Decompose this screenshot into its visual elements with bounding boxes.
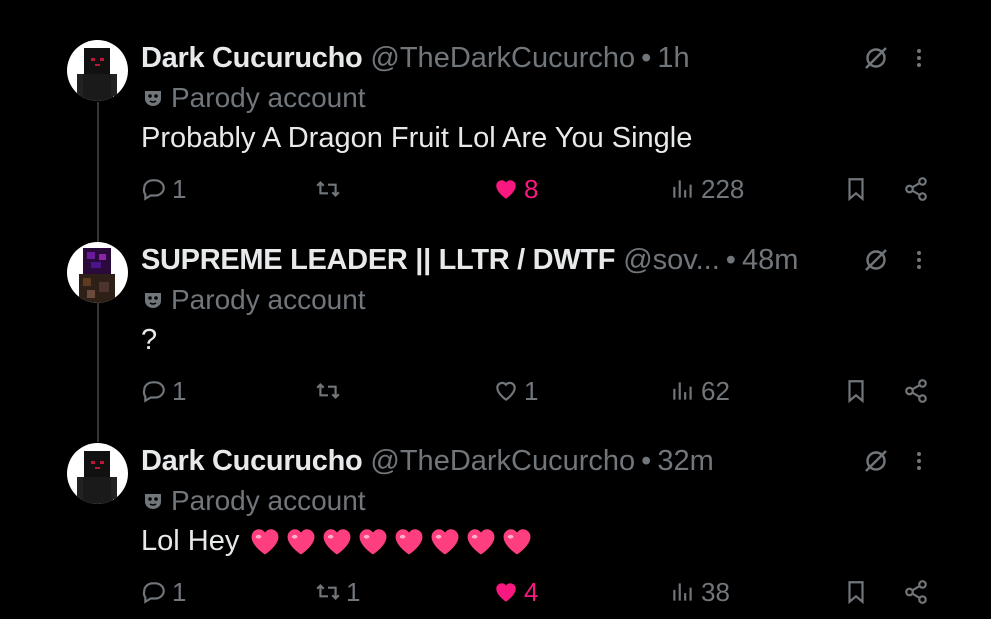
display-name[interactable]: SUPREME LEADER || LLTR / DWTF [141, 244, 616, 277]
bookmark-button[interactable] [843, 373, 869, 409]
reply-button[interactable]: 1 [141, 373, 186, 409]
more-options-icon[interactable] [913, 244, 925, 276]
pink-heart-emoji [431, 529, 459, 555]
pink-heart-emoji [323, 529, 351, 555]
reply-button[interactable]: 1 [141, 574, 186, 610]
tweet-text: Lol Hey [141, 521, 535, 561]
views-chart-icon [673, 180, 692, 198]
views-chart-icon [673, 382, 692, 400]
share-button[interactable] [903, 373, 929, 409]
user-handle[interactable]: @TheDarkCucurcho [370, 445, 635, 478]
like-count: 4 [524, 576, 539, 607]
like-button[interactable]: 8 [493, 171, 538, 207]
repost-count: 1 [346, 576, 361, 607]
share-icon [905, 580, 927, 604]
reply-icon [142, 179, 165, 201]
parody-mask-icon [145, 91, 161, 106]
tweet-text: Probably A Dragon Fruit Lol Are You Sing… [141, 121, 693, 154]
tweet-text-content: Lol Hey [141, 524, 240, 557]
user-handle[interactable]: @TheDarkCucurcho [370, 42, 635, 75]
parody-label: Parody account [141, 80, 366, 116]
heart-outline-icon [496, 381, 516, 401]
pink-heart-emoji [503, 529, 531, 555]
tweet-header: SUPREME LEADER || LLTR / DWTF @sov... • … [141, 242, 798, 278]
bookmark-button[interactable] [843, 171, 869, 207]
tweet-text: ? [141, 323, 158, 356]
heart-filled-icon [496, 583, 516, 602]
more-options-icon[interactable] [913, 42, 925, 74]
heart-emoji-row [247, 524, 535, 558]
pink-heart-emoji [467, 529, 495, 555]
repost-icon [316, 382, 340, 400]
pink-heart-emoji [287, 529, 315, 555]
pink-heart-emoji [359, 529, 387, 555]
repost-button[interactable] [315, 373, 346, 409]
tweet-header: Dark Cucurucho @TheDarkCucurcho • 32m [141, 443, 714, 479]
like-count: 8 [524, 173, 539, 204]
views-button[interactable]: 62 [670, 373, 730, 409]
separator-dot: • [725, 243, 736, 276]
pink-heart-emoji [251, 529, 279, 555]
views-chart-icon [673, 583, 692, 601]
views-button[interactable]: 38 [670, 574, 730, 610]
repost-icon [316, 180, 340, 198]
display-name[interactable]: Dark Cucurucho [141, 445, 363, 478]
repost-button[interactable] [315, 171, 346, 207]
bookmark-icon [848, 178, 864, 202]
display-name[interactable]: Dark Cucurucho [141, 42, 363, 75]
reply-count: 1 [172, 173, 187, 204]
share-button[interactable] [903, 574, 929, 610]
tweet[interactable]: Dark Cucurucho @TheDarkCucurcho • 32m Pa… [0, 443, 991, 619]
reply-count: 1 [172, 375, 187, 406]
tweet[interactable]: SUPREME LEADER || LLTR / DWTF @sov... • … [0, 242, 991, 422]
bookmark-button[interactable] [843, 574, 869, 610]
parody-label: Parody account [141, 483, 366, 519]
parody-label-text: Parody account [171, 82, 366, 113]
timestamp[interactable]: 1h [657, 42, 689, 75]
pink-heart-emoji [395, 529, 423, 555]
repost-icon [316, 583, 340, 601]
parody-label-text: Parody account [171, 284, 366, 315]
reply-icon [142, 582, 165, 604]
views-count: 38 [701, 576, 730, 607]
share-icon [905, 177, 927, 201]
like-button[interactable]: 4 [493, 574, 538, 610]
like-button[interactable]: 1 [493, 373, 538, 409]
views-count: 62 [701, 375, 730, 406]
avatar[interactable] [67, 242, 128, 303]
grok-icon[interactable] [862, 445, 890, 477]
timestamp[interactable]: 48m [742, 244, 798, 277]
reply-icon [142, 381, 165, 403]
avatar[interactable] [67, 40, 128, 101]
views-button[interactable]: 228 [670, 171, 744, 207]
more-options-icon[interactable] [913, 445, 925, 477]
tweet-header: Dark Cucurucho @TheDarkCucurcho • 1h [141, 40, 690, 76]
timestamp[interactable]: 32m [657, 445, 713, 478]
share-icon [905, 379, 927, 403]
parody-label-text: Parody account [171, 485, 366, 516]
bookmark-icon [848, 581, 864, 605]
bookmark-icon [848, 380, 864, 404]
grok-icon[interactable] [862, 244, 890, 276]
avatar[interactable] [67, 443, 128, 504]
heart-filled-icon [496, 180, 516, 199]
parody-label: Parody account [141, 282, 366, 318]
repost-button[interactable]: 1 [315, 574, 360, 610]
share-button[interactable] [903, 171, 929, 207]
like-count: 1 [524, 375, 539, 406]
separator-dot: • [641, 444, 652, 477]
separator-dot: • [641, 41, 652, 74]
reply-count: 1 [172, 576, 187, 607]
parody-mask-icon [145, 293, 161, 308]
parody-mask-icon [145, 494, 161, 509]
user-handle[interactable]: @sov... [623, 244, 720, 277]
grok-icon[interactable] [862, 42, 890, 74]
tweet[interactable]: Dark Cucurucho @TheDarkCucurcho • 1h Par… [0, 40, 991, 220]
views-count: 228 [701, 173, 745, 204]
reply-button[interactable]: 1 [141, 171, 186, 207]
